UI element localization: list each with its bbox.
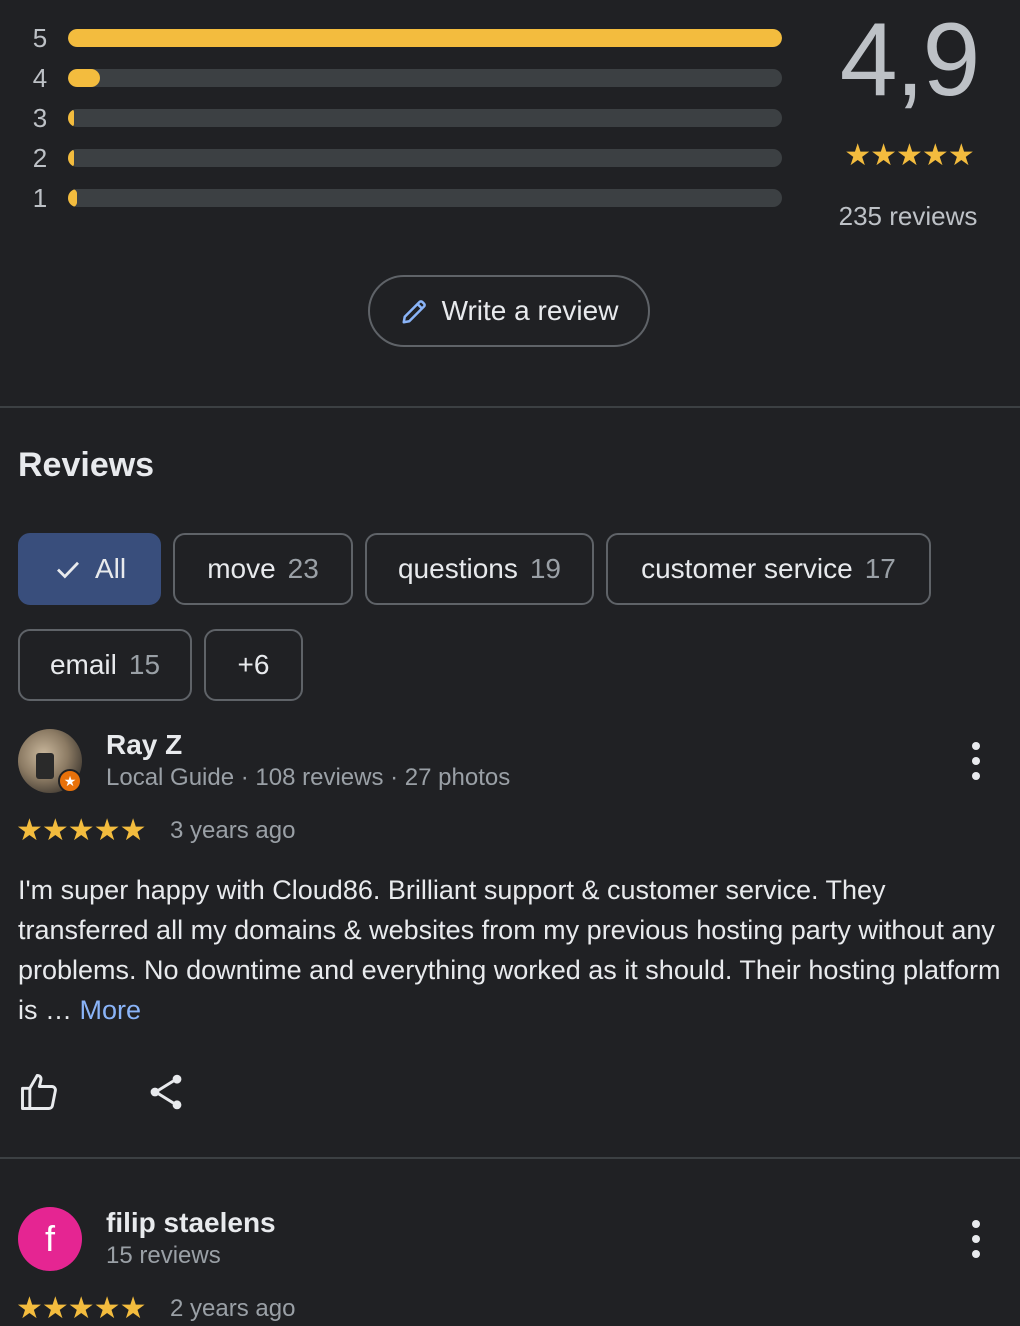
chip-email[interactable]: email 15 [18, 629, 192, 701]
chip-questions[interactable]: questions 19 [365, 533, 594, 605]
reviewer-avatar[interactable]: f [18, 1207, 82, 1271]
chip-label: customer service [641, 553, 853, 584]
rating-bar-track [68, 149, 782, 167]
rating-row-label: 2 [32, 143, 48, 173]
rating-row-label: 4 [32, 63, 48, 93]
chip-count: 15 [128, 649, 161, 680]
review-date: 3 years ago [170, 817, 296, 844]
review-body: I'm super happy with Cloud86. Brilliant … [18, 875, 1001, 1025]
rating-summary: 5 4 3 2 1 4,9 ★★★★★ 235 reviews Write a … [0, 0, 1020, 408]
chip-label: questions [397, 553, 518, 584]
rating-bar-fill [68, 29, 782, 47]
chip-all[interactable]: All [18, 533, 161, 605]
rating-row-1[interactable]: 1 [0, 178, 800, 218]
average-rating: 4,9 [839, 2, 981, 118]
rating-row-label: 3 [32, 103, 48, 133]
rating-row-4[interactable]: 4 [0, 58, 800, 98]
share-icon[interactable] [144, 1070, 188, 1114]
rating-row-2[interactable]: 2 [0, 138, 800, 178]
average-stars: ★★★★★ [844, 139, 974, 172]
write-review-button[interactable]: Write a review [368, 275, 650, 347]
reviewer-name[interactable]: filip staelens [106, 1206, 276, 1240]
reviewer-meta[interactable]: Local Guide · 108 reviews · 27 photos [106, 763, 510, 793]
local-guide-badge-icon: ★ [58, 769, 82, 793]
review-date: 2 years ago [170, 1295, 296, 1322]
review-stars: ★★★★★ [16, 1292, 146, 1325]
chip-label: +6 [237, 649, 270, 680]
check-icon [56, 561, 79, 579]
chip-count: 17 [864, 553, 896, 584]
rating-row-5[interactable]: 5 [0, 18, 800, 58]
review-stars: ★★★★★ [16, 814, 146, 847]
more-link[interactable]: More [80, 995, 142, 1025]
divider [0, 1157, 1020, 1159]
rating-row-label: 5 [32, 23, 48, 53]
rating-bar-fill [68, 69, 101, 87]
rating-bar-fill [68, 109, 74, 127]
reviews-heading: Reviews [18, 446, 155, 484]
review-count[interactable]: 235 reviews [820, 196, 996, 236]
reviewer-name[interactable]: Ray Z [106, 728, 182, 762]
chip-customer-service[interactable]: customer service 17 [606, 533, 931, 605]
reviewer-meta[interactable]: 15 reviews [106, 1241, 221, 1271]
rating-bar-track [68, 109, 782, 127]
divider [0, 406, 1020, 408]
rating-row-3[interactable]: 3 [0, 98, 800, 138]
chip-count: 23 [287, 553, 319, 584]
rating-bar-fill [68, 149, 74, 167]
chip-move[interactable]: move 23 [173, 533, 353, 605]
pencil-icon [402, 300, 426, 324]
rating-bar-fill [68, 189, 77, 207]
reviewer-avatar[interactable]: ★ [18, 729, 82, 793]
rating-bar-track [68, 69, 782, 87]
rating-bar-track [68, 29, 782, 47]
chip-count: 19 [529, 553, 562, 584]
more-options-icon[interactable] [956, 1215, 996, 1263]
chip-label: All [94, 553, 127, 584]
rating-bar-track [68, 189, 782, 207]
chip-more-topics[interactable]: +6 [204, 629, 303, 701]
avatar-photo-detail [36, 753, 54, 779]
rating-row-label: 1 [32, 183, 48, 213]
chip-label: move [207, 553, 276, 584]
more-options-icon[interactable] [956, 737, 996, 785]
write-review-label: Write a review [441, 295, 619, 326]
review-text: I'm super happy with Cloud86. Brilliant … [18, 870, 1008, 1030]
thumbs-up-icon[interactable] [17, 1070, 61, 1114]
chip-label: email [49, 649, 117, 680]
